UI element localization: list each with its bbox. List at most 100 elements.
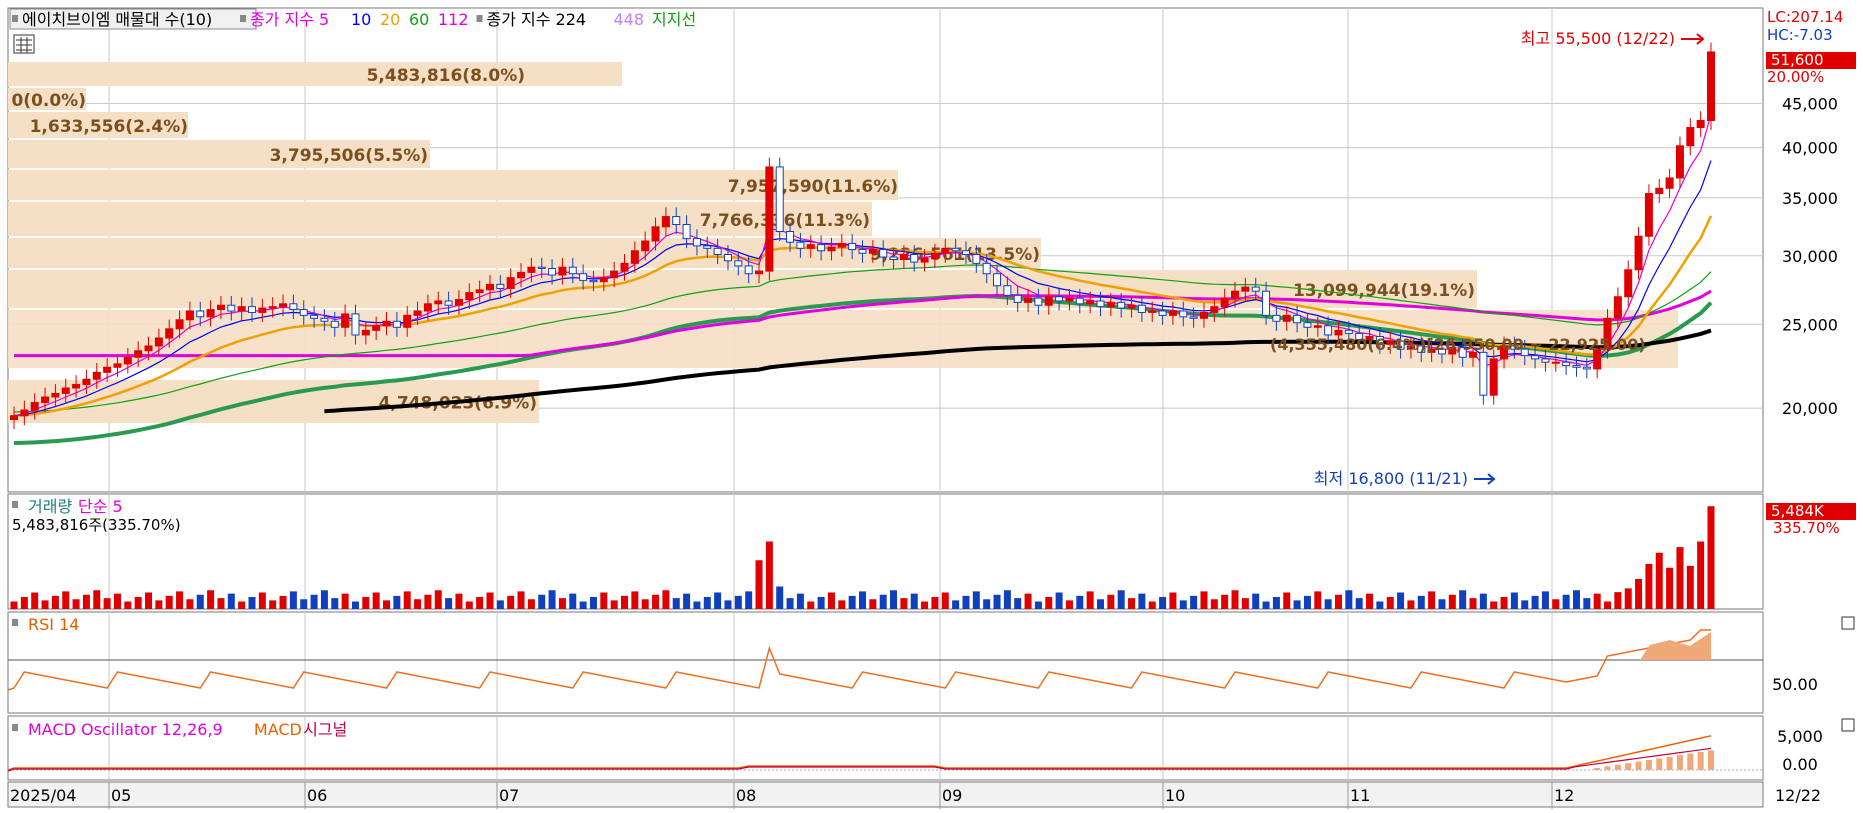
candle-body[interactable] bbox=[1055, 296, 1064, 302]
candle-body[interactable] bbox=[734, 260, 743, 267]
candle-body[interactable] bbox=[134, 350, 143, 358]
candle-body[interactable] bbox=[154, 337, 163, 347]
candle-body[interactable] bbox=[817, 244, 826, 252]
candle-body[interactable] bbox=[1003, 285, 1012, 296]
candle-body[interactable] bbox=[1272, 314, 1281, 322]
candle-body[interactable] bbox=[589, 279, 598, 283]
candle-body[interactable] bbox=[185, 310, 194, 321]
candle-body[interactable] bbox=[661, 216, 670, 228]
candle-body[interactable] bbox=[506, 277, 515, 289]
candle-body[interactable] bbox=[444, 300, 453, 306]
candle-body[interactable] bbox=[1562, 361, 1571, 367]
candle-body[interactable] bbox=[30, 402, 39, 411]
candle-body[interactable] bbox=[848, 242, 857, 251]
candle-body[interactable] bbox=[20, 409, 29, 417]
candle-body[interactable] bbox=[92, 371, 101, 380]
candle-body[interactable] bbox=[113, 363, 122, 368]
candle-body[interactable] bbox=[1044, 296, 1053, 306]
candle-body[interactable] bbox=[1262, 290, 1271, 316]
close-icon[interactable] bbox=[1841, 616, 1855, 630]
candle-body[interactable] bbox=[475, 289, 484, 294]
candle-body[interactable] bbox=[744, 265, 753, 275]
candle-body[interactable] bbox=[372, 325, 381, 331]
candle-body[interactable] bbox=[951, 247, 960, 252]
candle-body[interactable] bbox=[1686, 127, 1695, 147]
candle-body[interactable] bbox=[144, 345, 153, 352]
candle-body[interactable] bbox=[1624, 269, 1633, 298]
candle-body[interactable] bbox=[165, 328, 174, 339]
candle-body[interactable] bbox=[910, 254, 919, 263]
candle-body[interactable] bbox=[630, 250, 639, 264]
candle-body[interactable] bbox=[485, 283, 494, 291]
rsi-panel[interactable] bbox=[7, 611, 1764, 714]
candle-body[interactable] bbox=[434, 300, 443, 305]
candle-body[interactable] bbox=[610, 270, 619, 279]
candle-body[interactable] bbox=[579, 273, 588, 281]
candle-body[interactable] bbox=[1158, 310, 1167, 316]
candle-body[interactable] bbox=[713, 247, 722, 256]
candle-body[interactable] bbox=[641, 240, 650, 252]
candle-body[interactable] bbox=[527, 266, 536, 273]
candle-body[interactable] bbox=[289, 303, 298, 311]
candle-body[interactable] bbox=[755, 270, 764, 275]
candle-body[interactable] bbox=[796, 241, 805, 249]
candle-body[interactable] bbox=[775, 166, 784, 233]
candle-body[interactable] bbox=[961, 250, 970, 256]
candle-body[interactable] bbox=[330, 320, 339, 328]
candle-body[interactable] bbox=[206, 309, 215, 318]
candle-body[interactable] bbox=[196, 310, 205, 318]
candle-body[interactable] bbox=[41, 396, 50, 404]
candle-body[interactable] bbox=[1086, 300, 1095, 305]
candle-body[interactable] bbox=[341, 313, 350, 328]
candle-body[interactable] bbox=[175, 319, 184, 330]
candle-body[interactable] bbox=[423, 303, 432, 312]
candle-body[interactable] bbox=[496, 283, 505, 289]
candle-body[interactable] bbox=[1313, 325, 1322, 328]
candle-body[interactable] bbox=[930, 252, 939, 259]
candle-body[interactable] bbox=[310, 314, 319, 319]
candle-body[interactable] bbox=[1282, 314, 1291, 322]
candle-body[interactable] bbox=[899, 254, 908, 261]
candle-body[interactable] bbox=[620, 262, 629, 272]
candle-body[interactable] bbox=[517, 271, 526, 279]
candle-body[interactable] bbox=[1210, 306, 1219, 313]
candle-body[interactable] bbox=[1696, 119, 1705, 129]
candle-body[interactable] bbox=[1324, 325, 1333, 336]
candle-body[interactable] bbox=[1707, 51, 1715, 121]
candle-body[interactable] bbox=[237, 306, 246, 312]
candle-body[interactable] bbox=[651, 226, 660, 242]
candle-body[interactable] bbox=[1344, 329, 1353, 334]
candle-body[interactable] bbox=[1293, 314, 1302, 324]
candle-body[interactable] bbox=[413, 310, 422, 316]
candle-body[interactable] bbox=[682, 224, 691, 240]
candle-body[interactable] bbox=[672, 216, 681, 226]
candle-body[interactable] bbox=[1065, 297, 1074, 302]
candle-body[interactable] bbox=[123, 356, 132, 365]
candle-body[interactable] bbox=[351, 313, 360, 336]
candle-body[interactable] bbox=[889, 256, 898, 261]
candle-body[interactable] bbox=[568, 266, 577, 275]
candle-body[interactable] bbox=[972, 254, 981, 264]
candle-body[interactable] bbox=[1096, 300, 1105, 308]
candle-body[interactable] bbox=[1551, 361, 1560, 364]
candle-body[interactable] bbox=[1489, 358, 1498, 396]
candle-body[interactable] bbox=[1117, 301, 1126, 309]
chart-canvas[interactable]: 2025/04 05 06 07 08 09 10 11 12 12/22 45,000 40,000… bbox=[0, 0, 1863, 809]
candle-body[interactable] bbox=[786, 231, 795, 243]
candle-body[interactable] bbox=[279, 303, 288, 308]
candle-body[interactable] bbox=[1148, 310, 1157, 313]
candle-body[interactable] bbox=[879, 249, 888, 258]
candle-body[interactable] bbox=[765, 166, 774, 272]
candle-body[interactable] bbox=[858, 249, 867, 254]
candle-body[interactable] bbox=[1241, 286, 1250, 292]
candle-body[interactable] bbox=[361, 329, 370, 336]
candle-body[interactable] bbox=[10, 415, 18, 421]
candle-body[interactable] bbox=[1613, 296, 1622, 319]
candle-body[interactable] bbox=[1582, 366, 1591, 370]
candle-body[interactable] bbox=[216, 304, 225, 311]
candle-body[interactable] bbox=[320, 317, 329, 322]
candle-body[interactable] bbox=[299, 309, 308, 316]
candle-body[interactable] bbox=[692, 238, 701, 247]
candle-body[interactable] bbox=[1303, 322, 1312, 328]
candle-body[interactable] bbox=[1479, 351, 1488, 396]
